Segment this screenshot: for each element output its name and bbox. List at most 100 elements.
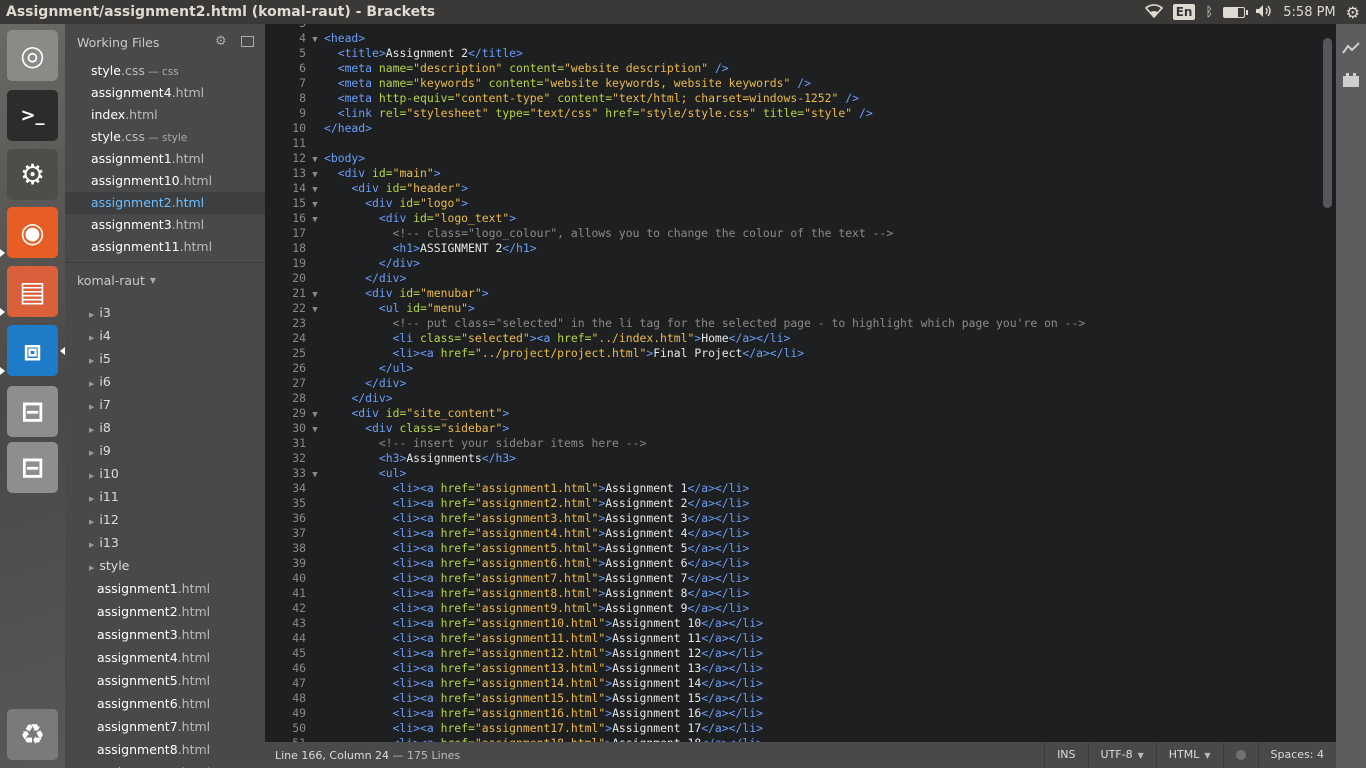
code-token: type=	[495, 106, 530, 120]
file-extension: .html	[125, 107, 158, 122]
line-number: 9	[299, 106, 306, 120]
encoding-select[interactable]: UTF-8 ▼	[1087, 742, 1156, 768]
code-line: 15 ▼ <div id="logo">	[265, 196, 1336, 211]
file-manager-icon[interactable]: ▤	[7, 266, 58, 317]
working-file-item[interactable]: index.html	[65, 104, 265, 126]
tree-file[interactable]: assignment6.html	[65, 692, 265, 715]
chevron-right-icon: ▶	[89, 449, 95, 457]
file-name: assignment6	[97, 696, 178, 711]
code-token: ><a	[529, 331, 558, 345]
code-token: "website description"	[564, 61, 715, 75]
bluetooth-icon[interactable]: ᛒ	[1205, 5, 1213, 20]
status-bar: Line 166, Column 24 — 175 Lines INS UTF-…	[265, 742, 1336, 768]
code-token: >	[468, 301, 475, 315]
working-file-item[interactable]: assignment10.html	[65, 170, 265, 192]
clock[interactable]: 5:58 PM	[1283, 5, 1335, 20]
tree-folder[interactable]: ▶ i5	[65, 347, 265, 370]
keyboard-layout-indicator[interactable]: En	[1172, 4, 1196, 20]
working-file-item[interactable]: assignment2.html	[65, 192, 265, 214]
code-line: 50 <li><a href="assignment17.html">Assig…	[265, 721, 1336, 736]
volume-icon[interactable]	[1255, 4, 1273, 21]
file-extension: .html	[171, 217, 205, 232]
code-token: </a></li>	[728, 331, 791, 345]
insert-mode-toggle[interactable]: INS	[1044, 742, 1087, 768]
extension-manager-icon[interactable]	[1342, 72, 1360, 92]
ubuntu-dash-glyph: ◎	[20, 39, 45, 72]
line-number: 48	[292, 691, 306, 705]
tree-file[interactable]: assignment8.html	[65, 738, 265, 761]
indent-setting[interactable]: Spaces: 4	[1257, 742, 1336, 768]
working-file-item[interactable]: assignment4.html	[65, 82, 265, 104]
code-line: 42 <li><a href="assignment9.html">Assign…	[265, 601, 1336, 616]
live-preview-icon[interactable]	[1342, 40, 1360, 59]
file-hint: — css	[144, 66, 179, 78]
tree-file[interactable]: assignment9.html	[65, 761, 265, 768]
working-file-item[interactable]: style.css — css	[65, 60, 265, 82]
battery-icon[interactable]	[1223, 6, 1249, 18]
tree-folder[interactable]: ▶ i12	[65, 508, 265, 531]
code-token: <meta	[337, 61, 379, 75]
working-file-item[interactable]: assignment1.html	[65, 148, 265, 170]
tree-folder[interactable]: ▶ i13	[65, 531, 265, 554]
tree-folder[interactable]: ▶ i6	[65, 370, 265, 393]
file-name: assignment4	[91, 85, 172, 100]
code-token: Home	[701, 331, 729, 345]
tree-file[interactable]: assignment7.html	[65, 715, 265, 738]
tree-file[interactable]: assignment4.html	[65, 646, 265, 669]
working-file-item[interactable]: assignment3.html	[65, 214, 265, 236]
session-gear-icon[interactable]: ⚙	[1346, 3, 1360, 22]
code-editor[interactable]: 34▼<head>5 <title>Assignment 2</title>6 …	[265, 24, 1336, 742]
code-token: href=	[440, 586, 475, 600]
tree-file[interactable]: assignment1.html	[65, 577, 265, 600]
ubuntu-dash-icon[interactable]: ◎	[7, 30, 58, 81]
wifi-icon[interactable]	[1144, 3, 1163, 21]
code-token: Assignment 10	[612, 616, 702, 630]
code-line: 43 <li><a href="assignment10.html">Assig…	[265, 616, 1336, 631]
system-settings-icon[interactable]: ⚙	[7, 149, 58, 200]
code-token: Assignment 17	[612, 721, 702, 735]
line-number: 23	[292, 316, 306, 330]
tree-folder[interactable]: ▶ i3	[65, 301, 265, 324]
tree-folder[interactable]: ▶ i8	[65, 416, 265, 439]
tree-file[interactable]: assignment2.html	[65, 600, 265, 623]
file-extension: .html	[171, 195, 205, 210]
split-view-icon[interactable]	[241, 36, 254, 47]
system-top-bar: Assignment/assignment2.html (komal-raut)…	[0, 0, 1366, 24]
working-file-item[interactable]: style.css — style	[65, 126, 265, 148]
disk-drive-2-icon[interactable]: ⊟	[7, 442, 58, 493]
tree-folder[interactable]: ▶ i9	[65, 439, 265, 462]
project-header[interactable]: komal-raut ▼	[65, 263, 265, 297]
chevron-right-icon: ▶	[89, 357, 95, 365]
disk-drive-icon[interactable]: ⊟	[7, 386, 58, 437]
tree-folder[interactable]: ▶ i10	[65, 462, 265, 485]
code-token: </h3>	[481, 451, 517, 465]
code-token: <link	[337, 106, 379, 120]
firefox-icon[interactable]: ◉	[7, 207, 58, 258]
tree-folder[interactable]: ▶ i11	[65, 485, 265, 508]
code-token: id=	[399, 196, 421, 210]
code-line: 5 <title>Assignment 2</title>	[265, 46, 1336, 61]
language-select[interactable]: HTML ▼	[1155, 742, 1223, 768]
tree-folder[interactable]: ▶ i7	[65, 393, 265, 416]
terminal-icon[interactable]: >_	[7, 90, 58, 141]
working-files-settings-icon[interactable]: ⚙	[215, 34, 227, 49]
editor-scrollbar[interactable]	[1323, 38, 1332, 208]
linting-status[interactable]	[1222, 742, 1258, 768]
working-file-item[interactable]: assignment11.html	[65, 236, 265, 258]
trash-icon[interactable]: ♻	[7, 709, 58, 760]
brackets-app-icon[interactable]: ⧈	[7, 325, 58, 376]
line-number: 11	[292, 136, 306, 150]
file-manager-glyph: ▤	[19, 275, 46, 308]
tree-file[interactable]: assignment5.html	[65, 669, 265, 692]
tree-folder[interactable]: ▶ style	[65, 554, 265, 577]
tree-folder[interactable]: ▶ i4	[65, 324, 265, 347]
tree-file[interactable]: assignment3.html	[65, 623, 265, 646]
chevron-right-icon: ▶	[89, 426, 95, 434]
code-token: Assignment 11	[612, 631, 702, 645]
code-line: 39 <li><a href="assignment6.html">Assign…	[265, 556, 1336, 571]
code-token: "assignment6.html"	[474, 556, 599, 570]
